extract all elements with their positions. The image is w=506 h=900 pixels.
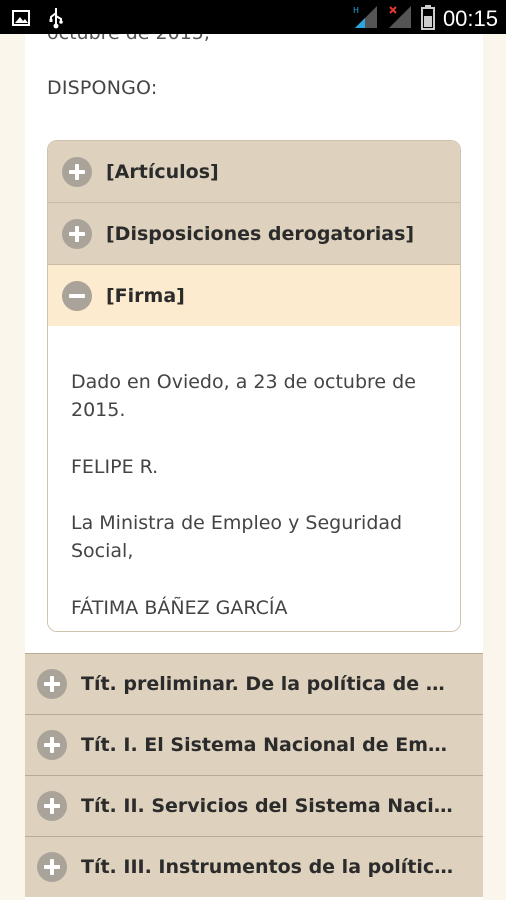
section-label: [Disposiciones derogatorias] — [106, 222, 415, 245]
title-i[interactable]: Tít. I. El Sistema Nacional de Empleo — [25, 714, 483, 775]
plus-icon — [37, 730, 67, 760]
plus-icon — [37, 852, 67, 882]
section-disposiciones-derogatorias[interactable]: [Disposiciones derogatorias] — [48, 203, 460, 265]
title-label: Tít. preliminar. De la política de em... — [81, 673, 456, 695]
document-sections-accordion: [Artículos] [Disposiciones derogatorias]… — [47, 140, 461, 632]
title-ii[interactable]: Tít. II. Servicios del Sistema Nacion... — [25, 775, 483, 836]
section-label: [Firma] — [106, 284, 185, 307]
title-preliminar[interactable]: Tít. preliminar. De la política de em... — [25, 653, 483, 714]
plus-icon — [37, 669, 67, 699]
data-signal-icon: H — [353, 4, 379, 34]
firma-panel: Dado en Oviedo, a 23 de octubre de 2015.… — [48, 326, 460, 631]
battery-icon — [420, 4, 435, 34]
svg-text:H: H — [353, 6, 359, 15]
section-firma[interactable]: [Firma] — [48, 265, 460, 327]
document-content: octubre de 2015, DISPONGO: [Artículos] [… — [25, 34, 483, 900]
title-label: Tít. I. El Sistema Nacional de Empleo — [81, 734, 456, 756]
title-label: Tít. III. Instrumentos de la política d.… — [81, 856, 456, 878]
minus-icon — [62, 280, 92, 311]
title-iii[interactable]: Tít. III. Instrumentos de la política d.… — [25, 836, 483, 897]
plus-icon — [62, 156, 92, 187]
previous-text-line: octubre de 2015, — [47, 34, 210, 44]
image-icon — [12, 10, 30, 30]
section-articulos[interactable]: [Artículos] — [48, 141, 460, 203]
dispongo-heading: DISPONGO: — [47, 77, 158, 99]
firma-signatory: FELIPE R. — [71, 456, 159, 478]
title-label: Tít. II. Servicios del Sistema Nacion... — [81, 795, 456, 817]
firma-date-text: Dado en Oviedo, a 23 de octubre de 2015. — [71, 371, 416, 421]
usb-icon — [48, 7, 64, 33]
firma-minister-name: FÁTIMA BÁÑEZ GARCÍA — [71, 597, 288, 619]
plus-icon — [37, 791, 67, 821]
firma-minister-title: La Ministra de Empleo y Seguridad Social… — [71, 512, 403, 562]
signal-icon — [387, 4, 413, 34]
status-bar: H 00:15 — [0, 0, 506, 34]
plus-icon — [62, 218, 92, 249]
section-label: [Artículos] — [106, 160, 219, 183]
status-time: 00:15 — [442, 6, 498, 31]
